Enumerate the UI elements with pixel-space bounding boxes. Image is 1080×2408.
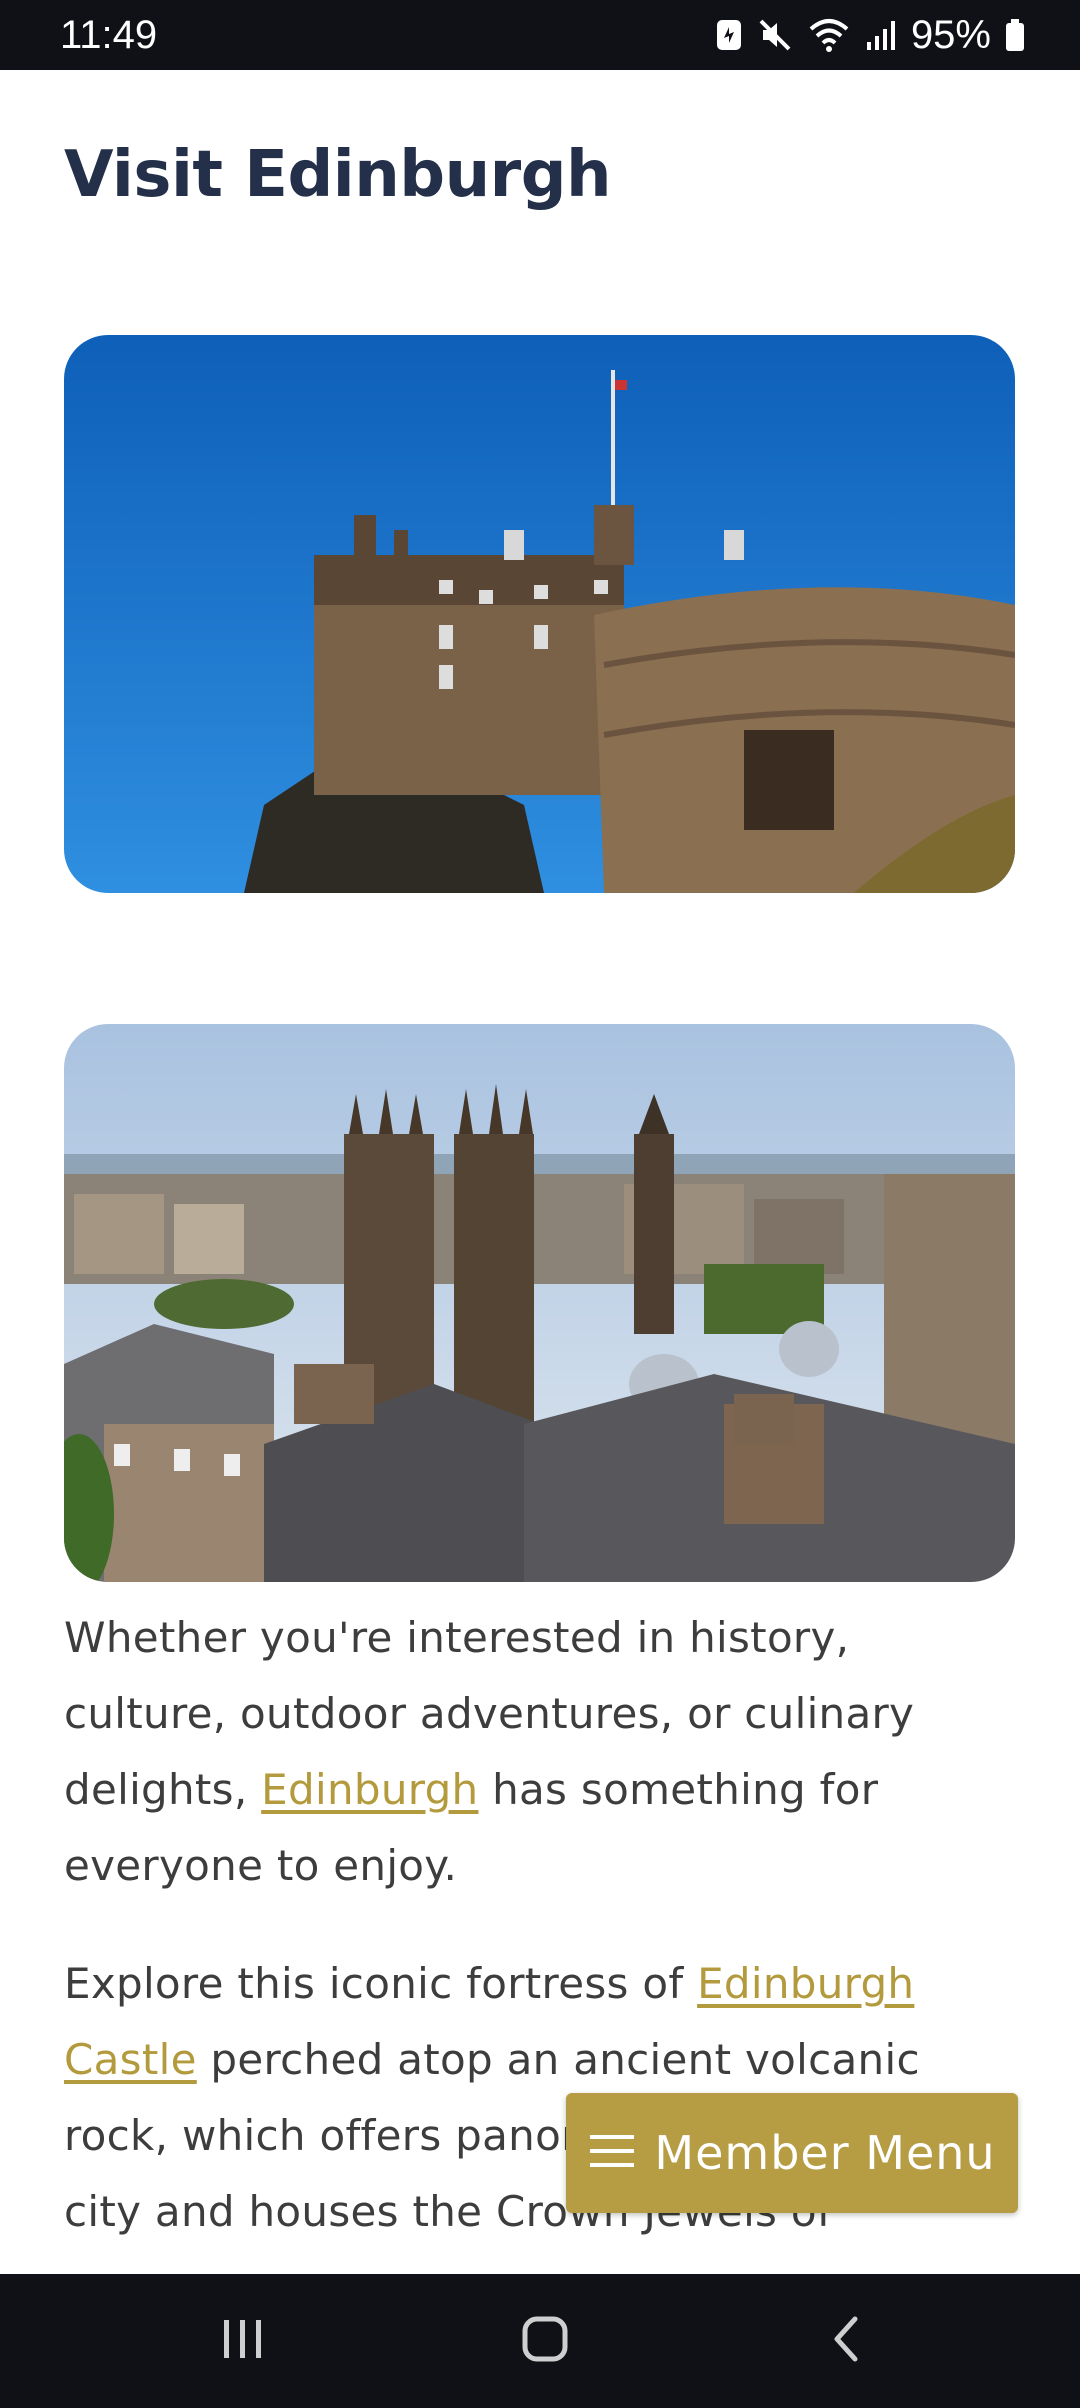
old-town-skyline-photo — [64, 1024, 1015, 1582]
back-icon — [823, 2314, 873, 2369]
member-menu-label: Member Menu — [654, 2126, 996, 2180]
recent-apps-icon — [218, 2314, 268, 2369]
paragraph-text: Explore this iconic fortress of — [64, 1959, 698, 2008]
page-title: Visit Edinburgh — [64, 138, 612, 212]
hamburger-menu-icon — [588, 2131, 636, 2176]
status-time: 11:49 — [60, 13, 158, 57]
status-icons: 95% — [715, 10, 1025, 60]
home-button[interactable] — [465, 2274, 625, 2408]
edinburgh-link[interactable]: Edinburgh — [261, 1765, 478, 1814]
status-bar: 11:49 95% — [0, 0, 1080, 70]
navigation-bar — [0, 2274, 1080, 2408]
recent-apps-button[interactable] — [163, 2274, 323, 2408]
edinburgh-castle-photo — [64, 335, 1015, 893]
back-button[interactable] — [768, 2274, 928, 2408]
signal-icon — [865, 18, 897, 52]
member-menu-button[interactable]: Member Menu — [566, 2093, 1018, 2213]
page-content[interactable]: Visit Edinburgh Whether you're intereste… — [0, 70, 1080, 2274]
mute-icon — [757, 17, 793, 53]
home-icon — [520, 2314, 570, 2369]
intro-paragraph: Whether you're interested in history, cu… — [64, 1600, 1024, 1904]
battery-percent: 95% — [910, 13, 991, 57]
sync-icon — [715, 18, 743, 52]
wifi-icon — [807, 17, 851, 53]
battery-icon — [1005, 18, 1025, 52]
